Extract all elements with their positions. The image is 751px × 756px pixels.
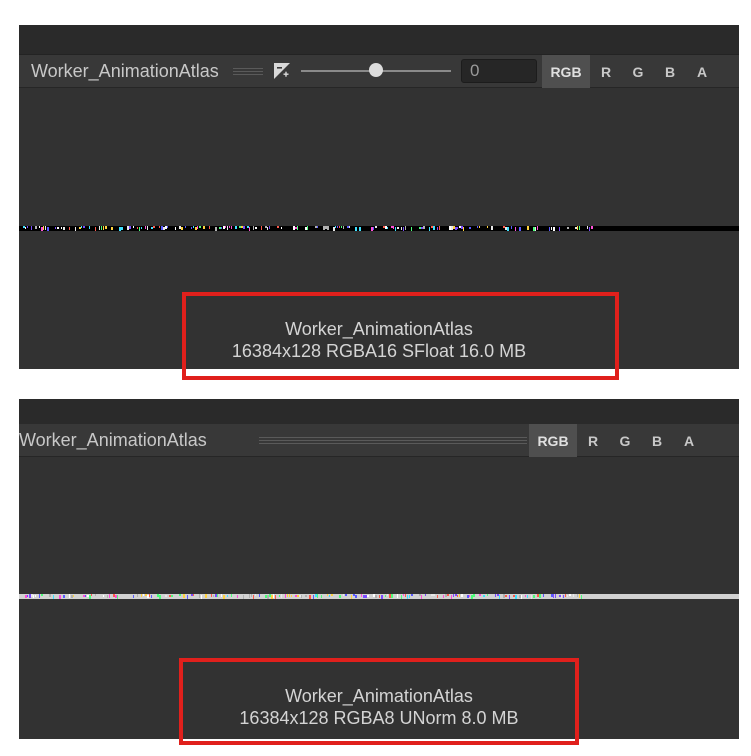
channel-a-button[interactable]: A	[673, 424, 705, 457]
exposure-input[interactable]: 0	[461, 59, 537, 83]
channel-a-button[interactable]: A	[686, 55, 718, 88]
texture-pixel-noise	[25, 594, 582, 599]
texture-name-label: Worker_AnimationAtlas	[31, 60, 219, 81]
texture-preview-strip	[19, 594, 739, 599]
channel-r-button[interactable]: R	[590, 55, 622, 88]
preview-toolbar: Worker_AnimationAtlas RGB R G B A	[19, 424, 739, 457]
channel-buttons: RGB R G B A	[529, 424, 705, 457]
exposure-icon[interactable]	[273, 62, 291, 80]
channel-b-button[interactable]: B	[641, 424, 673, 457]
channel-g-button[interactable]: G	[609, 424, 641, 457]
toolbar-drag-handle[interactable]	[259, 437, 527, 444]
highlight-box	[179, 658, 579, 745]
channel-buttons: RGB R G B A	[542, 55, 718, 88]
highlight-box	[182, 292, 619, 380]
panel-header-bar	[19, 25, 739, 55]
channel-rgb-button[interactable]: RGB	[542, 55, 590, 88]
preview-toolbar: Worker_AnimationAtlas 0 RGB R G B A	[19, 55, 739, 88]
toolbar-drag-handle[interactable]	[233, 68, 263, 75]
texture-preview-strip	[19, 226, 739, 231]
channel-g-button[interactable]: G	[622, 55, 654, 88]
channel-r-button[interactable]: R	[577, 424, 609, 457]
texture-pixel-noise	[23, 226, 593, 231]
exposure-slider-thumb[interactable]	[369, 63, 383, 77]
channel-rgb-button[interactable]: RGB	[529, 424, 577, 457]
channel-b-button[interactable]: B	[654, 55, 686, 88]
texture-name-label: Worker_AnimationAtlas	[19, 429, 207, 450]
